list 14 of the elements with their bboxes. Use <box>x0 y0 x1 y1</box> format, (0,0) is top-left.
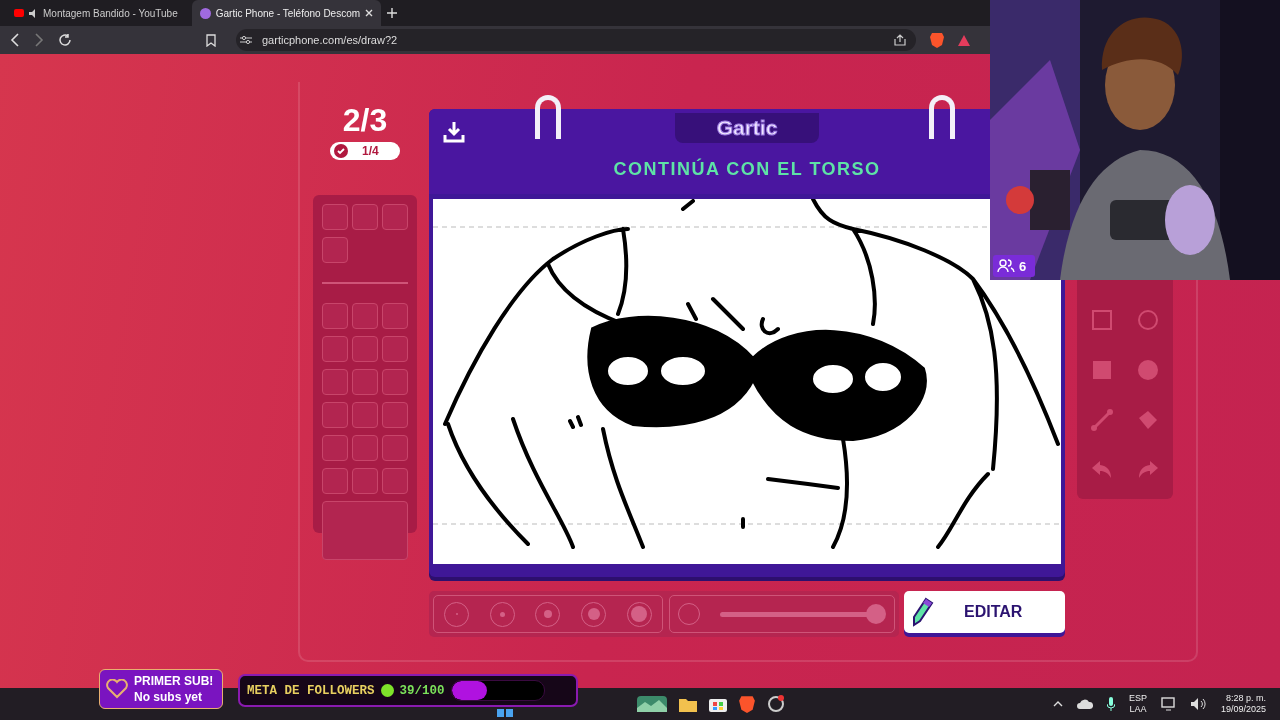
goal-label: META DE FOLLOWERS <box>247 683 375 698</box>
alert-subtitle: No subs yet <box>134 690 203 704</box>
alert-title: PRIMER SUB! <box>134 674 214 688</box>
browser-tab[interactable]: Montagem Bandido - YouTube <box>6 0 186 26</box>
prompt-text: CONTINÚA CON EL TORSO <box>613 159 881 180</box>
logo: Gartic <box>675 113 819 143</box>
clock[interactable]: 8:28 p. m. 19/09/2025 <box>1220 693 1266 715</box>
goal-count: 39/100 <box>399 683 445 698</box>
progress-badge: 1/4 <box>330 142 400 160</box>
browser-tab[interactable]: Gartic Phone - Teléfono Descom <box>191 0 382 26</box>
viewer-count: 6 <box>993 255 1035 277</box>
language-indicator[interactable]: ESP LAA <box>1128 693 1147 715</box>
round-counter: 2/3 <box>342 103 388 137</box>
url-text: garticphone.com/es/draw?2 <box>262 34 399 46</box>
